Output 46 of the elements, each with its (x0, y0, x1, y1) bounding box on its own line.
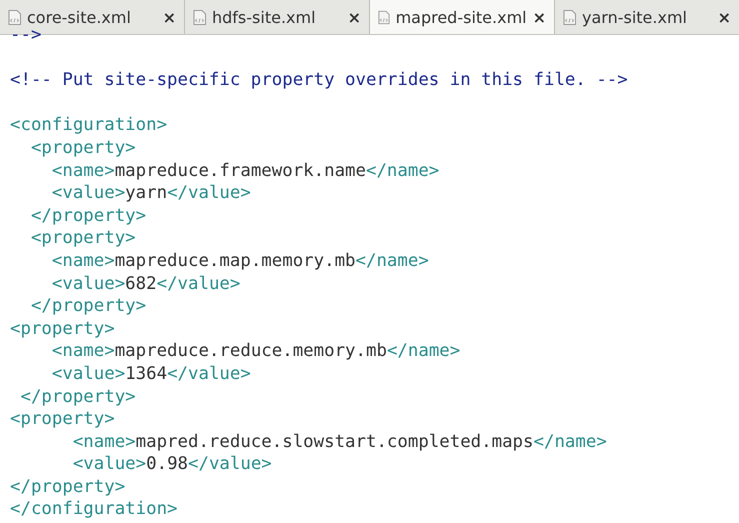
file-icon (563, 10, 576, 24)
close-icon[interactable]: × (718, 8, 731, 26)
xml-tag: </name> (386, 341, 460, 362)
xml-tag: </value> (167, 183, 251, 204)
xml-tag: </name> (534, 432, 607, 452)
xml-value: mapreduce.framework.name (114, 160, 366, 181)
xml-tag: <property> (10, 318, 115, 339)
xml-tag: <value> (10, 274, 126, 294)
xml-value: yarn (125, 183, 168, 204)
file-icon (8, 10, 21, 24)
xml-tag: </configuration> (10, 499, 178, 520)
xml-tag: </property> (10, 296, 146, 316)
close-icon[interactable]: × (162, 8, 176, 26)
xml-tag: </name> (366, 160, 440, 181)
xml-tag: </value> (188, 454, 272, 474)
xml-tag: <name> (10, 250, 115, 271)
xml-tag: <property> (10, 228, 136, 248)
xml-value: 682 (125, 274, 157, 294)
close-icon[interactable]: × (348, 8, 361, 26)
xml-tag: <configuration> (10, 115, 168, 136)
xml-tag: <value> (10, 183, 126, 204)
xml-value: mapred.reduce.slowstart.completed.maps (136, 432, 534, 452)
xml-comment: <!-- Put site-specific property overrides in this file. --> (10, 70, 628, 90)
file-tab[interactable]: yarn-site.xml × (555, 0, 739, 34)
xml-tag: </property> (10, 386, 136, 406)
xml-tag: <value> (10, 364, 126, 384)
file-icon (378, 10, 390, 24)
xml-tag: </name> (356, 250, 429, 271)
xml-value: mapreduce.reduce.memory.mb (114, 341, 387, 362)
xml-tag: </property> (10, 206, 146, 226)
xml-tag: </value> (156, 274, 240, 294)
xml-tag: <name> (10, 160, 115, 181)
xml-tag: <value> (10, 454, 146, 474)
xml-value: 0.98 (146, 454, 188, 474)
xml-tag: <name> (10, 341, 115, 362)
xml-tag: <property> (10, 138, 136, 158)
xml-tag: <name> (10, 432, 136, 452)
file-icon (193, 10, 206, 24)
file-tab[interactable]: mapred-site.xml × (370, 0, 555, 34)
xml-tag: </property> (10, 476, 126, 497)
close-icon[interactable]: × (532, 8, 546, 26)
xml-value: 1364 (125, 364, 168, 384)
xml-value: mapreduce.map.memory.mb (114, 250, 356, 271)
xml-tag: <property> (10, 409, 115, 430)
file-tab[interactable]: hdfs-site.xml × (185, 0, 370, 34)
xml-tag: </value> (167, 364, 251, 384)
